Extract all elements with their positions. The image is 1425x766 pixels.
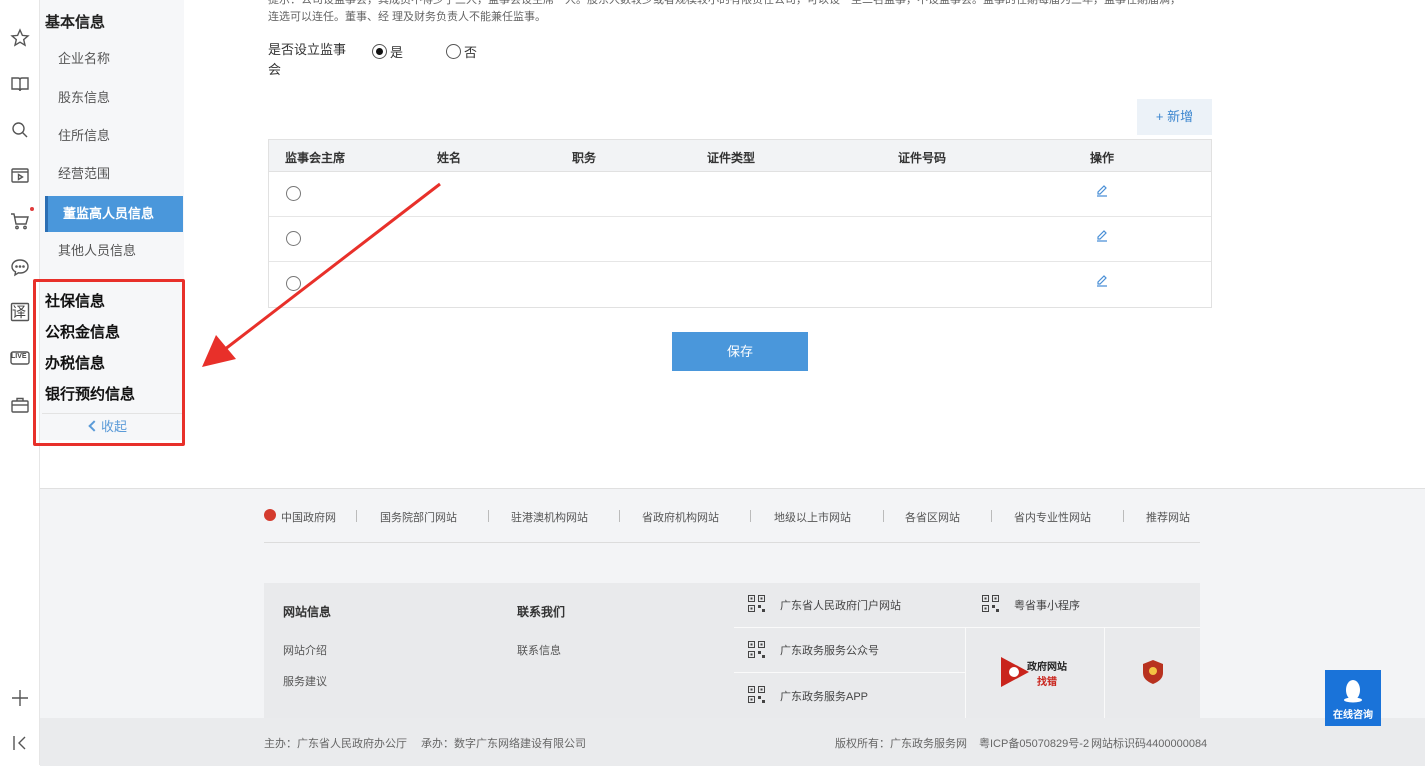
footer-link[interactable]: 推荐网站 bbox=[1146, 509, 1190, 525]
link-separator bbox=[750, 510, 751, 522]
chat-icon[interactable] bbox=[8, 255, 32, 279]
col-position: 职务 bbox=[572, 151, 597, 165]
consult-label: 在线咨询 bbox=[1333, 710, 1373, 721]
icp-text[interactable]: 粤ICP备05070829号-2 bbox=[979, 735, 1089, 751]
search-icon[interactable] bbox=[8, 118, 32, 142]
radio-yes[interactable] bbox=[372, 44, 387, 59]
nav-header: 基本信息 bbox=[45, 14, 106, 31]
board-question-label: 是否设立监事会 bbox=[268, 42, 347, 77]
national-emblem-icon bbox=[264, 509, 276, 521]
plus-icon[interactable] bbox=[8, 686, 32, 710]
qr-code-icon bbox=[748, 686, 765, 703]
emblem-badge-icon[interactable] bbox=[1142, 659, 1164, 685]
notification-dot bbox=[30, 207, 34, 211]
footer: 中国政府网 国务院部门网站 驻港澳机构网站 省政府机构网站 地级以上市网站 各省… bbox=[40, 488, 1425, 766]
star-icon[interactable] bbox=[8, 26, 32, 50]
footer-link[interactable]: 驻港澳机构网站 bbox=[511, 509, 588, 525]
nav-item-company-name[interactable]: 企业名称 bbox=[45, 41, 183, 77]
panel-divider bbox=[1104, 627, 1105, 718]
copyright-text: 版权所有：广东政务服务网 bbox=[835, 738, 967, 750]
gov-badge-line2: 找错 bbox=[1037, 677, 1057, 688]
contact-info-link[interactable]: 联系信息 bbox=[517, 642, 561, 658]
notice-line-1: 提示：公司设监事会，其成员不得少于三人，监事会设主席一人。股东人数较少或者规模较… bbox=[268, 0, 1181, 6]
briefcase-icon[interactable] bbox=[8, 393, 32, 417]
col-id-number: 证件号码 bbox=[898, 151, 947, 165]
radio-yes-label: 是 bbox=[390, 45, 404, 60]
link-separator bbox=[1123, 510, 1124, 522]
qr-item-label[interactable]: 广东省人民政府门户网站 bbox=[780, 597, 901, 613]
link-separator bbox=[619, 510, 620, 522]
qr-item-label[interactable]: 广东政务服务APP bbox=[780, 688, 868, 704]
notice-line-2: 连选可以连任。董事、经 理及财务负责人不能兼任监事。 bbox=[268, 11, 547, 23]
annotation-arrow bbox=[202, 182, 441, 367]
footer-link[interactable]: 各省区网站 bbox=[905, 509, 960, 525]
panel-divider bbox=[965, 627, 966, 718]
link-separator bbox=[488, 510, 489, 522]
footer-bottom-bar: 主办：广东省人民政府办公厅 承办：数字广东网络建设有限公司 版权所有：广东政务服… bbox=[40, 718, 1425, 766]
notice-text: 提示：公司设监事会，其成员不得少于三人，监事会设主席一人。股东人数较少或者规模较… bbox=[268, 0, 1208, 26]
table-header: 监事会主席 姓名 职务 证件类型 证件号码 操作 bbox=[269, 140, 1211, 172]
col-actions: 操作 bbox=[1090, 151, 1115, 165]
qr-item-label[interactable]: 广东政务服务公众号 bbox=[780, 642, 879, 658]
board-no-option[interactable]: 否 bbox=[446, 42, 477, 61]
collapse-sidebar-icon[interactable] bbox=[8, 731, 32, 755]
qr-code-icon bbox=[748, 595, 765, 612]
board-yes-option[interactable]: 是 bbox=[372, 42, 403, 61]
qr-code-icon bbox=[748, 641, 765, 658]
link-separator bbox=[883, 510, 884, 522]
video-icon[interactable] bbox=[8, 163, 32, 187]
save-button[interactable]: 保存 bbox=[672, 332, 808, 371]
highlight-box bbox=[33, 279, 185, 446]
footer-info-panel: 网站信息 网站介绍 服务建议 联系我们 联系信息 广东省人民政府门户网站 广东政… bbox=[264, 583, 1200, 718]
nav-item-shareholders[interactable]: 股东信息 bbox=[45, 80, 183, 116]
panel-divider bbox=[734, 672, 965, 673]
site-info-title: 网站信息 bbox=[283, 605, 332, 619]
link-separator bbox=[991, 510, 992, 522]
gov-badge-line1: 政府网站 bbox=[1027, 662, 1067, 673]
col-name: 姓名 bbox=[437, 151, 462, 165]
cart-icon[interactable] bbox=[8, 209, 32, 233]
translate-glyph: 译 bbox=[12, 304, 26, 320]
footer-links: 中国政府网 国务院部门网站 驻港澳机构网站 省政府机构网站 地级以上市网站 各省… bbox=[264, 509, 1200, 543]
nav-item-address[interactable]: 住所信息 bbox=[45, 118, 183, 154]
live-label: LIVE bbox=[11, 353, 27, 360]
service-suggestion-link[interactable]: 服务建议 bbox=[283, 673, 327, 689]
nav-item-other-personnel[interactable]: 其他人员信息 bbox=[45, 233, 183, 269]
organizer-text: 承办：数字广东网络建设有限公司 bbox=[421, 738, 586, 750]
footer-link[interactable]: 中国政府网 bbox=[281, 509, 336, 525]
live-icon[interactable]: LIVE bbox=[8, 346, 32, 370]
radio-no-label: 否 bbox=[464, 45, 478, 60]
nav-item-business-scope[interactable]: 经营范围 bbox=[45, 156, 183, 192]
footer-link[interactable]: 地级以上市网站 bbox=[774, 509, 851, 525]
edit-icon[interactable] bbox=[1095, 229, 1109, 243]
footer-link[interactable]: 省政府机构网站 bbox=[642, 509, 719, 525]
col-chair: 监事会主席 bbox=[285, 151, 346, 165]
site-intro-link[interactable]: 网站介绍 bbox=[283, 642, 327, 658]
link-separator bbox=[356, 510, 357, 522]
contact-title: 联系我们 bbox=[517, 605, 566, 619]
add-button[interactable]: + 新增 bbox=[1137, 99, 1212, 135]
nav-item-directors-supervisors[interactable]: 董监高人员信息 bbox=[45, 196, 183, 232]
col-id-type: 证件类型 bbox=[707, 151, 756, 165]
qr-item-label[interactable]: 粤省事小程序 bbox=[1014, 597, 1080, 613]
sponsor-text: 主办：广东省人民政府办公厅 bbox=[264, 738, 407, 750]
book-icon[interactable] bbox=[8, 72, 32, 96]
penguin-icon bbox=[1344, 680, 1362, 703]
translate-icon[interactable]: 译 bbox=[8, 300, 32, 324]
footer-link[interactable]: 国务院部门网站 bbox=[380, 509, 457, 525]
qr-code-icon bbox=[982, 595, 999, 612]
edit-icon[interactable] bbox=[1095, 274, 1109, 288]
panel-divider bbox=[734, 627, 1200, 628]
online-consult-button[interactable]: 在线咨询 bbox=[1325, 670, 1381, 726]
footer-link[interactable]: 省内专业性网站 bbox=[1014, 509, 1091, 525]
edit-icon[interactable] bbox=[1095, 184, 1109, 198]
site-id-text: 网站标识码4400000084 bbox=[1091, 738, 1208, 750]
gov-error-badge[interactable]: 政府网站 找错 bbox=[1001, 655, 1077, 689]
radio-no[interactable] bbox=[446, 44, 461, 59]
